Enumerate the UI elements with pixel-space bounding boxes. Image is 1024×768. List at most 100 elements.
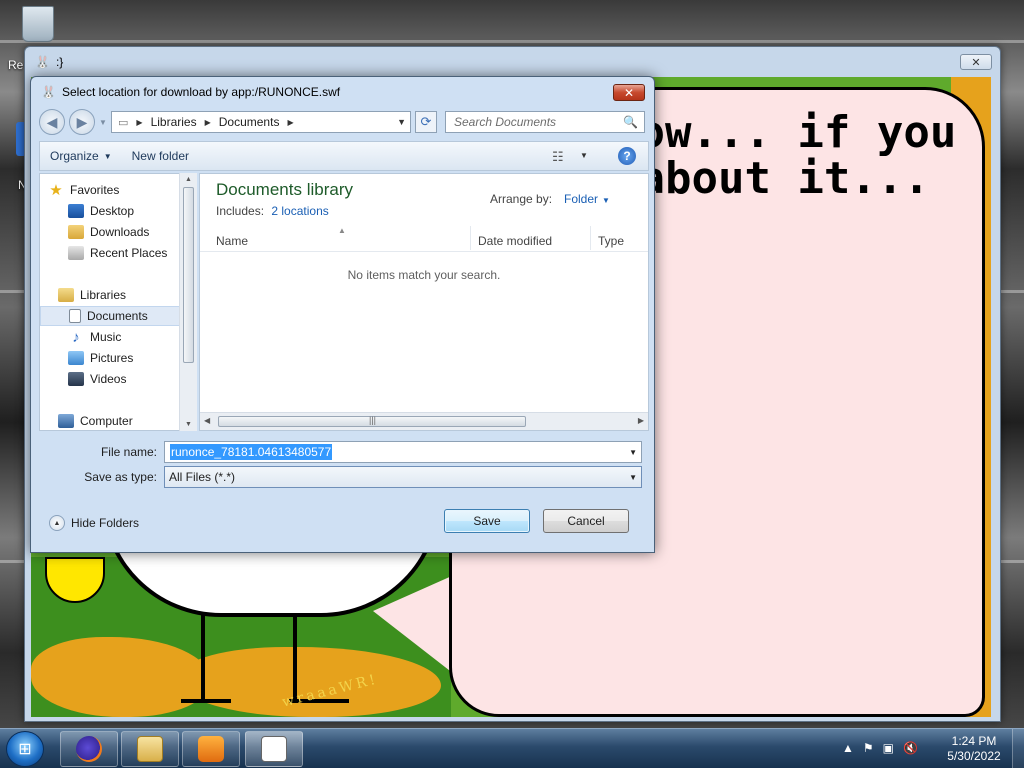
arrange-by-label: Arrange by: xyxy=(490,192,553,206)
breadcrumb-libraries[interactable]: Libraries xyxy=(151,115,197,129)
dialog-close-button[interactable]: ✕ xyxy=(613,84,645,101)
cancel-button[interactable]: Cancel xyxy=(543,509,629,533)
dialog-title: Select location for download by app:/RUN… xyxy=(61,85,341,99)
nav-pictures[interactable]: Pictures xyxy=(68,348,196,368)
library-includes: Includes: 2 locations xyxy=(216,204,329,218)
show-desktop-button[interactable] xyxy=(1012,729,1024,768)
folder-icon: ▭ xyxy=(118,116,129,129)
breadcrumb-chevron-icon[interactable]: ▶ xyxy=(287,118,293,127)
organize-button[interactable]: Organize ▼ xyxy=(40,149,122,163)
empty-list-message: No items match your search. xyxy=(347,268,501,282)
nav-desktop[interactable]: Desktop xyxy=(68,201,196,221)
nav-music[interactable]: ♪ Music xyxy=(68,327,196,347)
command-toolbar: Organize ▼ New folder ☷ ▼ ? xyxy=(39,141,649,171)
refresh-icon: ⟳ xyxy=(420,114,432,129)
nav-libraries-label: Libraries xyxy=(80,288,127,302)
volume-muted-icon[interactable]: 🔇 xyxy=(903,741,918,755)
recycle-bin-icon[interactable] xyxy=(14,6,62,42)
nav-pictures-label: Pictures xyxy=(90,351,134,365)
arrange-by-dropdown[interactable]: Folder ▼ xyxy=(564,192,610,206)
hide-folders-button[interactable]: ▲ Hide Folders xyxy=(49,515,139,531)
column-divider[interactable] xyxy=(470,226,471,250)
save-as-type-value: All Files (*.*) xyxy=(169,470,236,484)
nav-recent-places-label: Recent Places xyxy=(90,246,168,260)
star-icon: ★ xyxy=(49,182,63,199)
system-clock[interactable]: 1:24 PM 5/30/2022 xyxy=(944,734,1004,764)
back-button[interactable]: ◀ xyxy=(39,109,65,135)
hide-folders-label: Hide Folders xyxy=(71,516,140,530)
action-center-flag-icon[interactable]: ⚑ xyxy=(863,741,874,755)
taskbar-media-player[interactable] xyxy=(182,731,240,767)
address-bar[interactable]: ▭ ▶ Libraries ▶ Documents ▶ ▼ xyxy=(111,111,411,133)
file-list-hscrollbar[interactable]: ◀ ||| ▶ xyxy=(200,412,648,430)
nav-scroll-thumb[interactable] xyxy=(183,187,194,363)
breadcrumb-chevron-icon[interactable]: ▶ xyxy=(136,118,142,127)
address-dropdown-icon[interactable]: ▼ xyxy=(397,117,406,127)
file-name-input[interactable]: runonce_78181.04613480577 ▼ xyxy=(164,441,642,463)
scroll-down-icon[interactable]: ▼ xyxy=(185,421,192,428)
nav-videos[interactable]: Videos xyxy=(68,369,196,389)
refresh-button[interactable]: ⟳ xyxy=(415,111,437,133)
new-folder-button[interactable]: New folder xyxy=(122,149,199,163)
change-view-icon[interactable]: ☷ xyxy=(552,149,564,165)
app-window-title: :} xyxy=(55,55,64,69)
search-icon[interactable]: 🔍 xyxy=(623,115,638,129)
column-type[interactable]: Type xyxy=(598,234,624,248)
taskbar-explorer[interactable] xyxy=(121,731,179,767)
music-icon: ♪ xyxy=(72,328,80,346)
column-name[interactable]: Name xyxy=(216,234,248,248)
breadcrumb-chevron-icon[interactable]: ▶ xyxy=(205,118,211,127)
save-type-dropdown-icon: ▼ xyxy=(629,473,637,482)
start-button[interactable]: ⊞ xyxy=(6,731,44,767)
save-as-type-label: Save as type: xyxy=(84,470,157,484)
nav-recent-places[interactable]: Recent Places xyxy=(68,243,196,263)
windows-logo-icon: ⊞ xyxy=(18,741,32,758)
recent-places-icon xyxy=(68,246,84,260)
nav-documents[interactable]: Documents xyxy=(40,306,180,326)
grip-icon: ||| xyxy=(369,415,377,425)
organize-label: Organize xyxy=(50,149,99,163)
nav-favorites[interactable]: ★ Favorites xyxy=(48,180,196,200)
breadcrumb-documents[interactable]: Documents xyxy=(219,115,280,129)
explorer-folder-icon xyxy=(137,736,163,762)
recent-pages-chevron-icon[interactable]: ▼ xyxy=(99,118,107,127)
collapse-chevron-up-icon: ▲ xyxy=(49,515,65,531)
scroll-up-icon[interactable]: ▲ xyxy=(185,176,192,183)
system-tray: ▲ ⚑ ▣ 🔇 xyxy=(842,741,918,755)
downloads-folder-icon xyxy=(68,225,84,239)
forward-button[interactable]: ▶ xyxy=(69,109,95,135)
locations-link[interactable]: 2 locations xyxy=(271,204,328,218)
scroll-left-icon[interactable]: ◀ xyxy=(204,416,210,425)
save-as-type-select[interactable]: All Files (*.*) ▼ xyxy=(164,466,642,488)
library-title: Documents library xyxy=(216,180,353,199)
libraries-icon xyxy=(58,288,74,302)
bunny-app-icon xyxy=(261,736,287,762)
taskbar: ⊞ ▲ ⚑ ▣ 🔇 1:24 PM 5/30/2022 xyxy=(0,728,1024,768)
scroll-right-icon[interactable]: ▶ xyxy=(638,416,644,425)
column-date-modified[interactable]: Date modified xyxy=(478,234,552,248)
view-options-chevron-icon[interactable]: ▼ xyxy=(580,151,588,160)
nav-pane-scrollbar[interactable]: ▲ ▼ xyxy=(179,173,197,431)
app-window-icon: 🐰 xyxy=(35,55,50,69)
file-name-dropdown-icon[interactable]: ▼ xyxy=(629,448,637,457)
nav-computer[interactable]: Computer xyxy=(58,411,196,430)
show-hidden-icons-icon[interactable]: ▲ xyxy=(842,741,854,755)
hscroll-thumb[interactable]: ||| xyxy=(218,415,526,427)
taskbar-firefox[interactable] xyxy=(60,731,118,767)
nav-downloads[interactable]: Downloads xyxy=(68,222,196,242)
navigation-pane: ★ Favorites Desktop Downloads Recent Pla… xyxy=(39,173,197,431)
network-icon[interactable]: ▣ xyxy=(883,741,894,755)
recycle-bin-graphic xyxy=(22,6,54,42)
save-button[interactable]: Save xyxy=(444,509,530,533)
column-divider[interactable] xyxy=(590,226,591,250)
pictures-icon xyxy=(68,351,84,365)
app-close-button[interactable]: ✕ xyxy=(960,54,992,70)
help-icon[interactable]: ? xyxy=(618,147,636,165)
taskbar-flash-app[interactable] xyxy=(245,731,303,767)
search-input[interactable]: Search Documents 🔍 xyxy=(445,111,645,133)
desktop-icon xyxy=(68,204,84,218)
nav-computer-label: Computer xyxy=(80,414,133,428)
nav-libraries[interactable]: Libraries xyxy=(58,285,196,305)
nav-favorites-label: Favorites xyxy=(70,183,120,197)
file-name-value: runonce_78181.04613480577 xyxy=(170,444,333,460)
